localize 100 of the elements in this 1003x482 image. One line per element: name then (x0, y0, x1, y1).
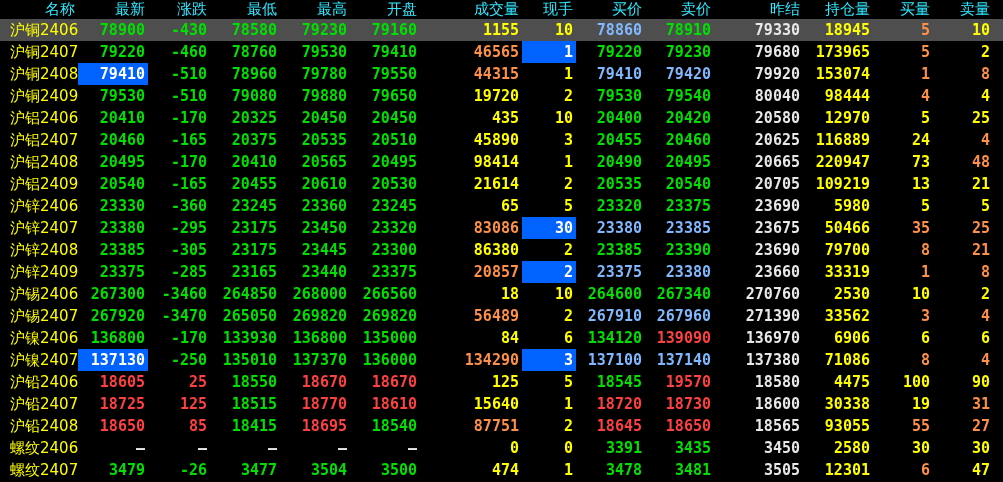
quote-value: 474 (491, 462, 519, 478)
quote-value: 137140 (656, 352, 711, 368)
quote-value: 3391 (605, 440, 642, 456)
quote-value: 269820 (292, 308, 347, 324)
quote-value: 18725 (99, 396, 145, 412)
quote-value: 3504 (310, 462, 347, 478)
quote-value: 264600 (587, 286, 642, 302)
quote-value: 46565 (473, 44, 519, 60)
table-row[interactable]: 螺纹2406 — — — — — 0 0 3391 3435 3450 2580 30 30 (0, 437, 1003, 459)
quote-value: 2530 (833, 286, 870, 302)
quote-value: 23320 (371, 220, 417, 236)
column-header[interactable]: 卖量 (933, 0, 993, 19)
column-header[interactable]: 昨结 (714, 0, 803, 19)
quote-value: 3435 (674, 440, 711, 456)
table-row[interactable]: 沪锌2407 23380 -295 23175 23450 23320 83086 30 23380 23385 23675 50466 35 25 (0, 217, 1003, 239)
quote-value: 25 (971, 110, 990, 126)
quote-value: 19720 (473, 88, 519, 104)
quote-value: 1 (563, 66, 573, 82)
quote-value: 109219 (815, 176, 870, 192)
column-header[interactable]: 涨跌 (148, 0, 210, 19)
quote-value: -26 (179, 462, 207, 478)
quote-value: 79220 (99, 44, 145, 60)
quote-value: 30 (554, 220, 573, 236)
quote-value: 12301 (824, 462, 870, 478)
table-row[interactable]: 沪铜2409 79530 -510 79080 79880 79650 19720 2 79530 79540 80040 98444 4 4 (0, 85, 1003, 107)
column-header[interactable]: 卖价 (645, 0, 714, 19)
table-row[interactable]: 沪铅2407 18725 125 18515 18770 18610 15640 1 18720 18730 18600 30338 19 31 (0, 393, 1003, 415)
table-row[interactable]: 沪镍2406 136800 -170 133930 136800 135000 84 6 134120 139090 136970 6906 6 6 (0, 327, 1003, 349)
table-row[interactable]: 沪铝2406 20410 -170 20325 20450 20450 435 10 20400 20420 20580 12970 5 25 (0, 107, 1003, 129)
table-row[interactable]: 沪铅2406 18605 25 18550 18670 18670 125 5 18545 19570 18580 4475 100 90 (0, 371, 1003, 393)
column-header[interactable]: 买量 (873, 0, 933, 19)
column-header[interactable]: 现手 (522, 0, 576, 19)
quote-value: 79530 (596, 88, 642, 104)
quote-value: 6 (980, 330, 990, 346)
quote-value: 125 (179, 396, 207, 412)
quote-value: 23375 (99, 264, 145, 280)
quote-value: 20375 (231, 132, 277, 148)
table-row[interactable]: 沪铝2407 20460 -165 20375 20535 20510 45890 3 20455 20460 20625 116889 24 4 (0, 129, 1003, 151)
quote-value: 0 (509, 440, 519, 456)
quote-value: 267340 (656, 286, 711, 302)
table-row[interactable]: 沪镍2407 137130 -250 135010 137370 136000 134290 3 137100 137140 137380 71086 8 4 (0, 349, 1003, 371)
quote-value: -165 (170, 132, 207, 148)
quote-value: -3470 (161, 308, 207, 324)
table-row[interactable]: 沪锡2407 267920 -3470 265050 269820 269820 56489 2 267910 267960 271390 33562 3 4 (0, 305, 1003, 327)
quote-value: 18945 (824, 22, 870, 38)
quote-value: 98444 (824, 88, 870, 104)
quote-value: 6 (920, 462, 930, 478)
quote-value: 21614 (473, 176, 519, 192)
quote-value: 18645 (596, 418, 642, 434)
quote-value: 87751 (473, 418, 519, 434)
quote-value: 79550 (371, 66, 417, 82)
quote-value: -305 (170, 242, 207, 258)
table-row[interactable]: 沪铅2408 18650 85 18415 18695 18540 87751 2 18645 18650 18565 93055 55 27 (0, 415, 1003, 437)
quote-value: -3460 (161, 286, 207, 302)
quote-value: 133930 (222, 330, 277, 346)
table-row[interactable]: 沪铜2408 79410 -510 78960 79780 79550 44315 1 79410 79420 79920 153074 1 8 (0, 63, 1003, 85)
quote-value: 18515 (231, 396, 277, 412)
quote-value: 10 (554, 22, 573, 38)
table-row[interactable]: 沪锡2406 267300 -3460 264850 268000 266560 18 10 264600 267340 270760 2530 10 2 (0, 283, 1003, 305)
quote-value: 18770 (301, 396, 347, 412)
quote-value: 20857 (473, 264, 519, 280)
quote-value: 18600 (754, 396, 800, 412)
quote-value: 3500 (380, 462, 417, 478)
table-row[interactable]: 沪铝2409 20540 -165 20455 20610 20530 21614 2 20535 20540 20705 109219 13 21 (0, 173, 1003, 195)
table-row[interactable]: 沪铜2406 78900 -430 78580 79230 79160 1155 10 78860 78910 79330 18945 5 10 (0, 19, 1003, 41)
quote-value: 20455 (231, 176, 277, 192)
column-header[interactable]: 最低 (210, 0, 280, 19)
quote-value: 18605 (99, 374, 145, 390)
column-header[interactable]: 最新 (78, 0, 148, 19)
quote-value: 23380 (665, 264, 711, 280)
quote-value: 3505 (763, 462, 800, 478)
quote-value: 10 (554, 286, 573, 302)
quote-value: 267300 (90, 286, 145, 302)
quote-value: 20455 (596, 132, 642, 148)
table-row[interactable]: 沪锌2408 23385 -305 23175 23445 23300 86380 2 23385 23390 23690 79700 8 21 (0, 239, 1003, 261)
quote-value: 23165 (231, 264, 277, 280)
column-header[interactable]: 名称 (0, 0, 78, 19)
quote-value: 45890 (473, 132, 519, 148)
quote-value: -170 (170, 154, 207, 170)
table-row[interactable]: 沪锌2406 23330 -360 23245 23360 23245 65 5 23320 23375 23690 5980 5 5 (0, 195, 1003, 217)
contract-name: 沪铝2406 (9, 108, 78, 129)
quote-value: 23320 (596, 198, 642, 214)
quote-value: 2580 (833, 440, 870, 456)
table-row[interactable]: 沪锌2409 23375 -285 23165 23440 23375 20857 2 23375 23380 23660 33319 1 8 (0, 261, 1003, 283)
column-header[interactable]: 买价 (576, 0, 645, 19)
table-row[interactable]: 沪铜2407 79220 -460 78760 79530 79410 46565 1 79220 79230 79680 173965 5 2 (0, 41, 1003, 63)
contract-name: 沪铝2407 (9, 130, 78, 151)
quote-value: 8 (980, 66, 990, 82)
column-header[interactable]: 成交量 (420, 0, 522, 19)
table-row[interactable]: 螺纹2407 3479 -26 3477 3504 3500 474 1 3478 3481 3505 12301 6 47 (0, 459, 1003, 481)
table-row[interactable]: 沪铝2408 20495 -170 20410 20565 20495 98414 1 20490 20495 20665 220947 73 48 (0, 151, 1003, 173)
quote-value: 5 (563, 198, 573, 214)
column-header[interactable]: 最高 (280, 0, 350, 19)
quote-value: 20510 (371, 132, 417, 148)
quote-value: 1155 (482, 22, 519, 38)
quote-value: 23380 (99, 220, 145, 236)
quote-value: 23245 (231, 198, 277, 214)
column-header[interactable]: 开盘 (350, 0, 420, 19)
column-header[interactable]: 持仓量 (803, 0, 873, 19)
quote-value: -170 (170, 330, 207, 346)
